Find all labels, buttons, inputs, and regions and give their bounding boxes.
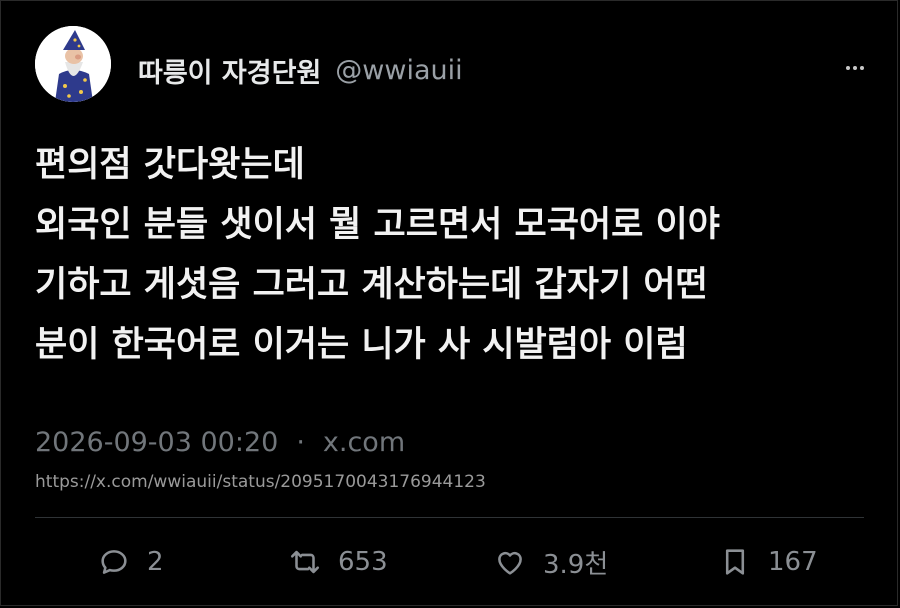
retweet-count: 653	[338, 547, 388, 577]
author-display-name[interactable]: 따릉이 자경단원	[138, 51, 321, 90]
tweet-line: 기하고 게셧음 그러고 계산하는데 갑자기 어떤	[35, 265, 708, 305]
like-count: 3.9천	[543, 549, 609, 580]
like-button[interactable]: 3.9천	[493, 540, 608, 584]
reply-count: 2	[147, 547, 164, 577]
divider	[35, 517, 864, 518]
bookmark-button[interactable]: 167	[718, 540, 818, 584]
tweet-line: 편의점 갓다왓는데	[35, 145, 305, 185]
bookmark-count: 167	[768, 547, 818, 577]
more-options-icon[interactable]	[840, 56, 870, 80]
tweet-text: 편의점 갓다왓는데 외국인 분들 샛이서 뭘 고르면서 모국어로 이야 기하고 …	[35, 135, 865, 375]
tweet-url[interactable]: https://x.com/wwiauii/status/20951700431…	[35, 467, 486, 497]
reply-button[interactable]: 2	[97, 540, 164, 584]
retweet-button[interactable]: 653	[288, 540, 388, 584]
more-dot	[860, 66, 864, 70]
meta-separator: ·	[296, 426, 305, 458]
tweet-line: 외국인 분들 샛이서 뭘 고르면서 모국어로 이야	[35, 205, 720, 245]
wizard-avatar-icon	[35, 26, 111, 102]
more-dot	[853, 66, 857, 70]
reply-icon	[101, 550, 127, 574]
tweet-line: 분이 한국어로 이거는 니가 사 시발럼아 이럼	[35, 325, 688, 365]
bookmark-icon	[725, 549, 745, 575]
author-line: 따릉이 자경단원 @wwiauii	[138, 50, 463, 90]
tweet-meta: 2026-09-03 00:20 · x.com	[35, 422, 405, 462]
retweet-icon	[290, 550, 320, 574]
more-dot	[846, 66, 850, 70]
heart-icon	[498, 551, 522, 575]
tweet-timestamp[interactable]: 2026-09-03 00:20	[35, 427, 278, 458]
avatar[interactable]	[35, 26, 111, 102]
tweet-source[interactable]: x.com	[323, 427, 405, 458]
author-handle[interactable]: @wwiauii	[335, 55, 462, 86]
